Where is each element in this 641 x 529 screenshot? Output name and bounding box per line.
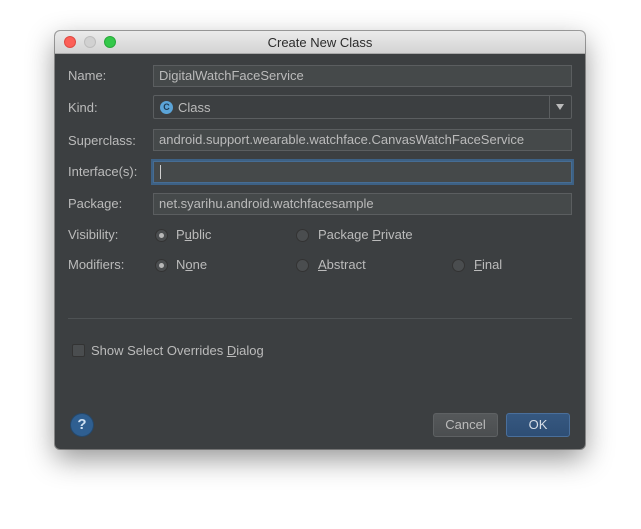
create-new-class-dialog: Create New Class Name: DigitalWatchFaceS… xyxy=(55,31,585,449)
modifier-abstract-label[interactable]: Abstract xyxy=(318,257,366,272)
dialog-title: Create New Class xyxy=(267,35,373,50)
modifiers-label: Modifiers: xyxy=(68,257,125,272)
visibility-label: Visibility: xyxy=(68,227,119,242)
modifier-final-radio[interactable] xyxy=(452,259,465,272)
interfaces-input[interactable] xyxy=(153,161,572,183)
kind-select[interactable]: C Class xyxy=(153,95,572,119)
visibility-public-label[interactable]: Public xyxy=(176,227,211,242)
class-icon: C xyxy=(160,101,173,114)
title-bar[interactable]: Create New Class xyxy=(55,31,585,54)
modifier-abstract-radio[interactable] xyxy=(296,259,309,272)
visibility-public-radio[interactable] xyxy=(155,229,168,242)
kind-label: Kind: xyxy=(68,100,98,115)
cancel-button[interactable]: Cancel xyxy=(433,413,498,437)
chevron-down-icon xyxy=(556,104,564,110)
show-overrides-checkbox[interactable] xyxy=(72,344,85,357)
visibility-package-private-radio[interactable] xyxy=(296,229,309,242)
kind-dropdown-button[interactable] xyxy=(549,96,571,118)
help-button[interactable]: ? xyxy=(71,414,93,436)
package-label: Package: xyxy=(68,196,123,211)
superclass-label: Superclass: xyxy=(68,133,136,148)
show-overrides-label[interactable]: Show Select Overrides Dialog xyxy=(91,343,264,358)
name-input[interactable]: DigitalWatchFaceService xyxy=(153,65,572,87)
package-input[interactable]: net.syarihu.android.watchfacesample xyxy=(153,193,572,215)
modifier-none-label[interactable]: None xyxy=(176,257,207,272)
superclass-input[interactable]: android.support.wearable.watchface.Canva… xyxy=(153,129,572,151)
name-label: Name: xyxy=(68,68,107,83)
kind-selected-value: Class xyxy=(178,100,211,115)
separator xyxy=(68,318,572,319)
modifier-none-radio[interactable] xyxy=(155,259,168,272)
modifier-final-label[interactable]: Final xyxy=(474,257,502,272)
ok-button[interactable]: OK xyxy=(506,413,570,437)
interfaces-label: Interface(s): xyxy=(68,164,138,179)
text-caret xyxy=(160,165,161,179)
visibility-package-private-label[interactable]: Package Private xyxy=(318,227,413,242)
